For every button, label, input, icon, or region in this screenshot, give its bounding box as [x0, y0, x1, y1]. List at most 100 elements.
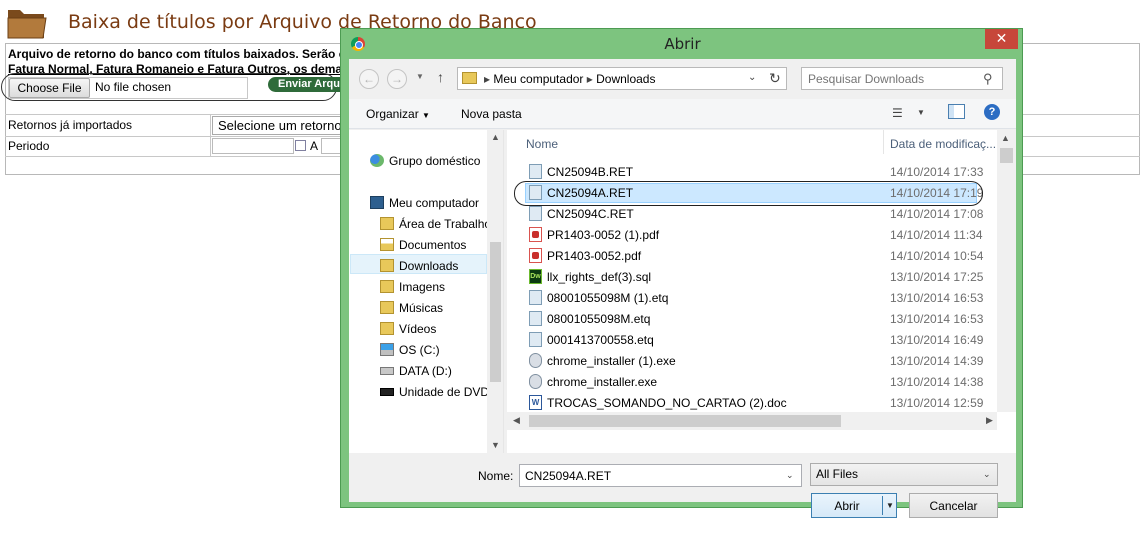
file-row[interactable]: PR1403-0052.pdf 14/10/2014 10:54: [507, 245, 997, 266]
scroll-left-icon[interactable]: ◀: [513, 415, 520, 426]
view-options-icon[interactable]: ☰: [892, 106, 903, 120]
cancel-button[interactable]: Cancelar: [909, 493, 998, 518]
refresh-icon[interactable]: ↻: [769, 70, 781, 87]
retornos-select[interactable]: Selecione um retorno: [212, 116, 352, 135]
breadcrumb: ▸ Meu computador ▸ Downloads: [484, 72, 656, 86]
nav-item-drive-d[interactable]: DATA (D:): [349, 361, 499, 381]
file-row[interactable]: CN25094C.RET 14/10/2014 17:08: [507, 203, 997, 224]
homegroup-icon: [370, 154, 384, 167]
folder-icon: [462, 72, 477, 84]
address-bar[interactable]: ▸ Meu computador ▸ Downloads ⌄ ↻: [457, 67, 787, 90]
scroll-right-icon[interactable]: ▶: [986, 415, 993, 426]
folder-icon: [380, 301, 394, 314]
file-row[interactable]: PR1403-0052 (1).pdf 14/10/2014 11:34: [507, 224, 997, 245]
dialog-body: ← → ▼ ↑ ▸ Meu computador ▸ Downloads ⌄ ↻…: [349, 59, 1016, 518]
file-row[interactable]: CN25094B.RET 14/10/2014 17:33: [507, 161, 997, 182]
word-doc-icon: W: [529, 395, 542, 410]
chevron-down-icon[interactable]: ⌄: [786, 470, 794, 481]
breadcrumb-item[interactable]: Downloads: [596, 72, 655, 86]
scrollbar-thumb[interactable]: [1000, 148, 1013, 163]
pdf-icon: [529, 227, 542, 242]
file-row[interactable]: W TROCAS_SOMANDO_NO_CARTAO (2).doc 13/10/2…: [507, 392, 997, 413]
file-row[interactable]: chrome_installer.exe 13/10/2014 14:38: [507, 371, 997, 392]
dvd-drive-icon: [380, 388, 394, 396]
file-icon: [529, 290, 542, 305]
dreamweaver-icon: Dw: [529, 269, 542, 284]
nav-item-documents[interactable]: Documentos: [349, 235, 499, 255]
open-button[interactable]: Abrir ▼: [811, 493, 897, 518]
scroll-up-icon[interactable]: ▲: [1001, 133, 1010, 143]
breadcrumb-item[interactable]: Meu computador: [493, 72, 583, 86]
folder-icon: [380, 238, 394, 251]
file-list-vertical-scrollbar[interactable]: [997, 130, 1016, 412]
file-row[interactable]: 08001055098M (1).etq 13/10/2014 16:53: [507, 287, 997, 308]
nav-item-music[interactable]: Músicas: [349, 298, 499, 318]
send-file-button[interactable]: Enviar Arqui: [268, 77, 348, 92]
highlight-annotation: [514, 181, 983, 206]
periodo-label: Periodo: [8, 139, 50, 153]
folder-icon: [380, 280, 394, 293]
chevron-down-icon[interactable]: ⌄: [748, 72, 756, 83]
column-divider: [210, 114, 211, 156]
scrollbar-thumb[interactable]: [490, 242, 501, 382]
back-icon[interactable]: ←: [359, 69, 379, 89]
new-folder-button[interactable]: Nova pasta: [461, 107, 522, 121]
split-divider: [882, 496, 883, 515]
nav-item-drive-c[interactable]: OS (C:): [349, 340, 499, 360]
scroll-down-icon[interactable]: ▼: [491, 440, 500, 450]
up-arrow-icon[interactable]: ↑: [437, 69, 444, 85]
open-button-label: Abrir: [834, 499, 860, 513]
periodo-start-input[interactable]: [212, 138, 294, 154]
file-list-pane: Nome Data de modificaç... CN25094B.RET 14…: [507, 130, 1016, 453]
computer-icon: [370, 196, 384, 209]
preview-pane-icon[interactable]: [948, 104, 965, 119]
close-button[interactable]: ✕: [985, 29, 1018, 49]
chevron-down-icon[interactable]: ⌄: [983, 469, 991, 480]
folder-icon: [380, 259, 394, 272]
column-divider[interactable]: [883, 130, 884, 154]
nav-item-desktop[interactable]: Área de Trabalho: [349, 214, 499, 234]
toolbar: Organizar ▼ Nova pasta ☰ ▼ ?: [349, 99, 1016, 129]
folder-icon: [7, 10, 47, 39]
periodo-separator: A: [310, 139, 319, 153]
installer-icon: [529, 353, 542, 368]
folder-icon: [380, 322, 394, 335]
nav-item-images[interactable]: Imagens: [349, 277, 499, 297]
file-type-select[interactable]: All Files: [810, 463, 998, 486]
installer-icon: [529, 374, 542, 389]
retornos-label: Retornos já importados: [8, 118, 133, 132]
file-row[interactable]: 0001413700558.etq 13/10/2014 16:49: [507, 329, 997, 350]
file-row[interactable]: 08001055098M.etq 13/10/2014 16:53: [507, 308, 997, 329]
file-row[interactable]: Dw llx_rights_def(3).sql 13/10/2014 17:25: [507, 266, 997, 287]
search-input[interactable]: [808, 71, 978, 87]
file-icon: [529, 164, 542, 179]
chevron-down-icon[interactable]: ▼: [886, 501, 894, 510]
search-icon[interactable]: ⚲: [983, 71, 993, 87]
drive-icon: [380, 367, 394, 375]
pdf-icon: [529, 248, 542, 263]
file-icon: [529, 311, 542, 326]
file-name-input[interactable]: [519, 464, 802, 487]
scrollbar-thumb[interactable]: [529, 415, 841, 427]
organize-menu[interactable]: Organizar ▼: [366, 107, 430, 121]
nav-item-homegroup[interactable]: Grupo doméstico: [349, 151, 499, 171]
calendar-icon[interactable]: [295, 140, 306, 151]
recent-locations-icon[interactable]: ▼: [416, 72, 424, 81]
help-icon[interactable]: ?: [984, 104, 1000, 120]
forward-icon[interactable]: →: [387, 69, 407, 89]
column-header-date[interactable]: Data de modificaç...: [890, 137, 996, 151]
file-name-label: Nome:: [478, 469, 514, 483]
nav-item-computer[interactable]: Meu computador: [349, 193, 499, 213]
nav-item-dvd[interactable]: Unidade de DVD-: [349, 382, 499, 402]
chevron-down-icon[interactable]: ▼: [917, 108, 925, 117]
scroll-up-icon[interactable]: ▲: [491, 132, 500, 142]
navigation-pane: Grupo doméstico Meu computador Área de T…: [349, 130, 504, 453]
open-file-dialog: Abrir ✕ ← → ▼ ↑ ▸ Meu computador ▸ Downl…: [340, 28, 1023, 518]
column-header-name[interactable]: Nome: [526, 137, 558, 151]
nav-item-videos[interactable]: Vídeos: [349, 319, 499, 339]
dialog-title: Abrir: [664, 35, 701, 53]
file-icon: [529, 332, 542, 347]
nav-item-downloads[interactable]: Downloads: [349, 256, 499, 276]
search-box: ⚲: [801, 67, 1003, 90]
file-row[interactable]: chrome_installer (1).exe 13/10/2014 14:39: [507, 350, 997, 371]
